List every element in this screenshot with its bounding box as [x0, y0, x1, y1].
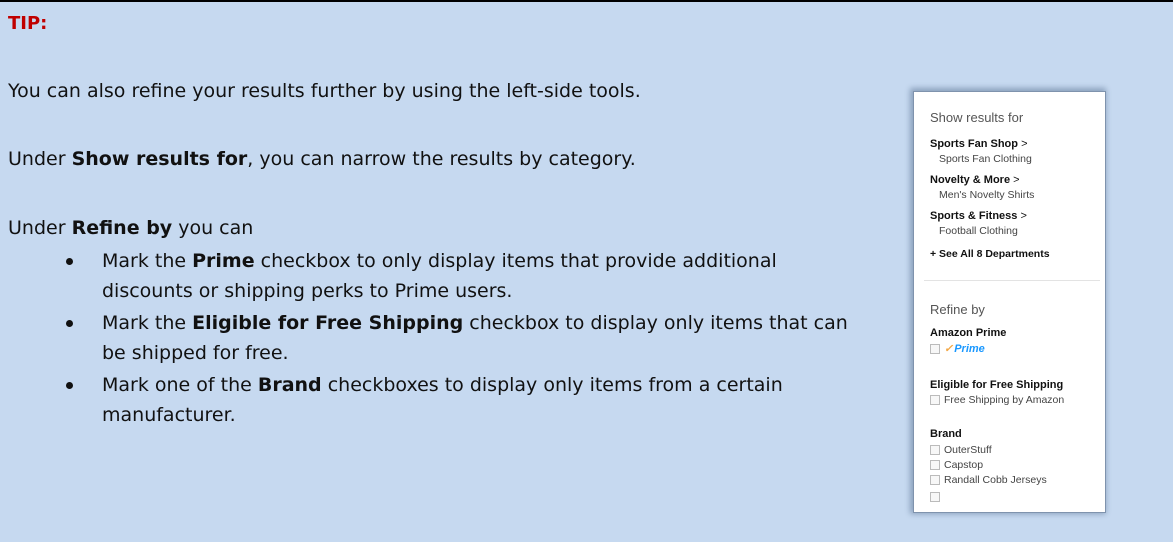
- text: Mark one of the: [102, 374, 258, 396]
- checkmark-icon: ✓: [944, 343, 954, 355]
- paragraph-show-results: Under Show results for, you can narrow t…: [8, 148, 636, 170]
- department-name: Sports & Fitness: [930, 210, 1018, 222]
- bullet-dot-icon: [66, 320, 73, 327]
- subcategory-link-sports-fan-clothing[interactable]: Sports Fan Clothing: [939, 153, 1032, 165]
- free-shipping-option-label: Free Shipping by Amazon: [944, 394, 1065, 406]
- department-name: Sports Fan Shop: [930, 138, 1018, 150]
- free-shipping-checkbox-row[interactable]: Free Shipping by Amazon: [930, 394, 1064, 406]
- subcategory-link-mens-novelty-shirts[interactable]: Men's Novelty Shirts: [939, 189, 1034, 201]
- brand-checkbox[interactable]: [930, 492, 940, 502]
- chevron-right-icon: >: [1021, 138, 1028, 150]
- bullet-dot-icon: [66, 258, 73, 265]
- department-link-novelty-more[interactable]: Novelty & More >: [930, 174, 1020, 186]
- brand-checkbox[interactable]: [930, 460, 940, 470]
- tip-label: TIP:: [8, 13, 48, 34]
- brand-label: Capstop: [944, 459, 984, 471]
- text: Mark the: [102, 250, 193, 272]
- bullet-dot-icon: [66, 382, 73, 389]
- department-name: Novelty & More: [930, 174, 1011, 186]
- bold-term: Show results for: [71, 148, 248, 170]
- department-link-sports-fitness[interactable]: Sports & Fitness >: [930, 210, 1027, 222]
- bold-term: Prime: [192, 250, 255, 272]
- department-link-sports-fan-shop[interactable]: Sports Fan Shop >: [930, 138, 1028, 150]
- section-divider: [924, 280, 1100, 281]
- bold-term: Brand: [257, 374, 322, 396]
- bold-term: Refine by: [71, 217, 173, 239]
- prime-checkbox[interactable]: [930, 343, 940, 354]
- brand-checkbox-row[interactable]: Capstop: [930, 459, 983, 471]
- paragraph-refine-intro: You can also refine your results further…: [8, 80, 641, 102]
- chevron-right-icon: >: [1013, 174, 1020, 186]
- brand-checkbox[interactable]: [930, 475, 940, 485]
- brand-heading: Brand: [930, 428, 962, 440]
- tip-bullet-list: Mark the Prime checkbox to only display …: [8, 246, 868, 432]
- top-border-line: [0, 0, 1173, 2]
- see-all-departments-link[interactable]: + See All 8 Departments: [930, 248, 1050, 260]
- brand-checkbox[interactable]: [930, 445, 940, 455]
- paragraph-refine-by: Under Refine by you can: [8, 217, 253, 239]
- chevron-right-icon: >: [1020, 210, 1027, 222]
- prime-logo-icon: ✓Prime: [944, 342, 985, 355]
- bullet-prime: Mark the Prime checkbox to only display …: [8, 246, 868, 306]
- amazon-sidebar-screenshot: Show results for Sports Fan Shop > Sport…: [913, 91, 1106, 513]
- free-shipping-checkbox[interactable]: [930, 395, 940, 405]
- amazon-prime-heading: Amazon Prime: [930, 327, 1007, 339]
- free-shipping-heading: Eligible for Free Shipping: [930, 379, 1064, 391]
- bullet-free-shipping: Mark the Eligible for Free Shipping chec…: [8, 308, 868, 368]
- text: Mark the: [102, 312, 193, 334]
- prime-logo-text: Prime: [954, 343, 985, 355]
- text: you can: [172, 217, 254, 239]
- brand-checkbox-row[interactable]: OuterStuff: [930, 444, 992, 456]
- prime-checkbox-row[interactable]: ✓Prime: [930, 342, 985, 355]
- show-results-heading: Show results for: [930, 110, 1024, 125]
- refine-by-heading: Refine by: [930, 302, 985, 317]
- text: Under: [8, 148, 72, 170]
- brand-checkbox-row-partial[interactable]: [930, 492, 944, 502]
- text: Under: [8, 217, 72, 239]
- bold-term: Eligible for Free Shipping: [192, 312, 464, 334]
- brand-checkbox-row[interactable]: Randall Cobb Jerseys: [930, 474, 1047, 486]
- bullet-brand: Mark one of the Brand checkboxes to disp…: [8, 370, 868, 430]
- text: , you can narrow the results by category…: [247, 148, 636, 170]
- brand-label: Randall Cobb Jerseys: [944, 474, 1047, 486]
- brand-label: OuterStuff: [944, 444, 992, 456]
- subcategory-link-football-clothing[interactable]: Football Clothing: [939, 225, 1018, 237]
